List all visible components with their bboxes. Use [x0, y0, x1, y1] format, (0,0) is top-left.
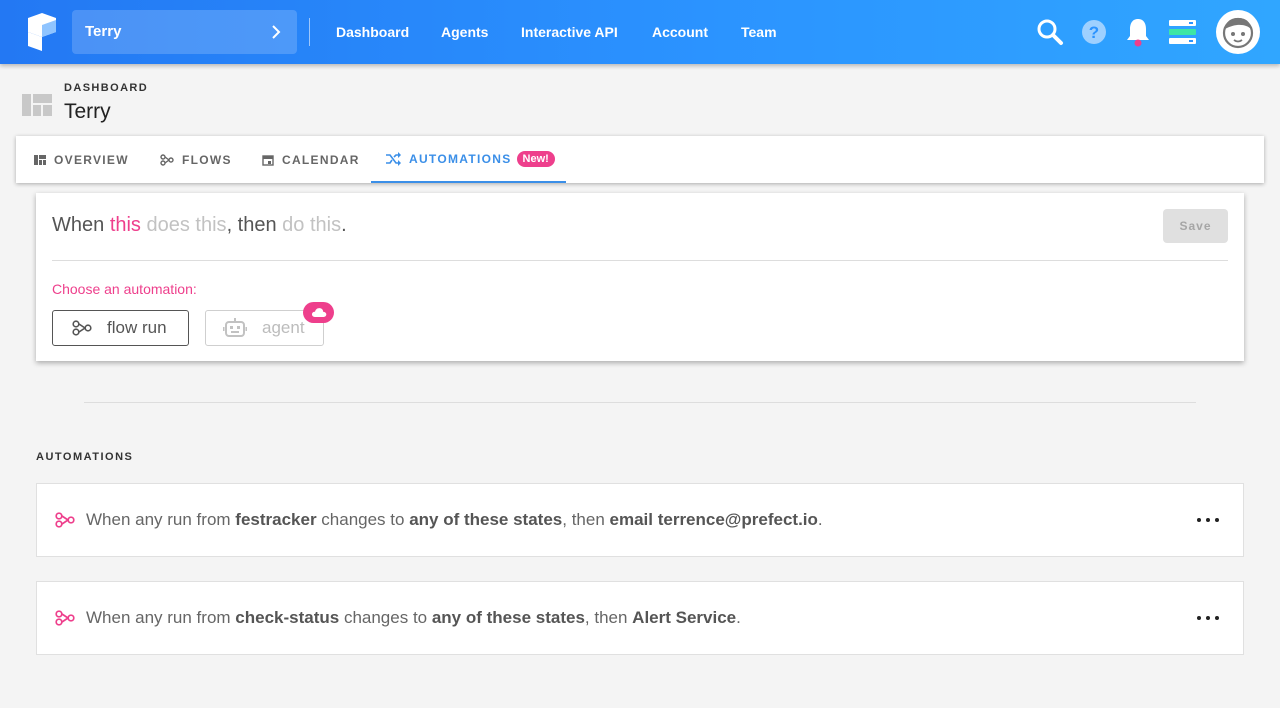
sentence-text: , then — [226, 214, 283, 236]
automation-row[interactable]: When any run from check-status changes t… — [36, 581, 1244, 655]
nav-dashboard[interactable]: Dashboard — [336, 24, 409, 40]
more-options-icon[interactable] — [1197, 609, 1219, 627]
cloud-icon — [311, 308, 326, 317]
tab-flows[interactable]: FLOWS — [160, 136, 232, 183]
nav-team[interactable]: Team — [741, 24, 777, 40]
flow-icon — [55, 512, 75, 528]
automation-text: changes to — [316, 510, 410, 529]
automation-action: email terrence@prefect.io — [609, 510, 818, 529]
avatar-face-icon — [1222, 17, 1254, 49]
automation-row[interactable]: When any run from festracker changes to … — [36, 483, 1244, 557]
nav-interactive-api[interactable]: Interactive API — [521, 24, 618, 40]
cloud-badge — [303, 302, 334, 323]
calendar-icon — [262, 154, 274, 166]
flow-run-option-button[interactable]: flow run — [52, 310, 189, 346]
tab-automations-label: AUTOMATIONS — [409, 151, 512, 166]
automation-description: When any run from festracker changes to … — [86, 510, 823, 530]
page-title: Terry — [64, 100, 111, 123]
choose-automation-label: Choose an automation: — [52, 281, 197, 297]
automation-text: changes to — [339, 608, 432, 627]
tab-bar: OVERVIEW FLOWS CALENDAR AUTOMATIONS New! — [16, 136, 1264, 183]
automation-text: . — [736, 608, 741, 627]
sentence-this-trigger[interactable]: this — [110, 214, 141, 236]
nav-divider — [309, 18, 310, 46]
automation-states: any of these states — [431, 608, 585, 627]
chevron-right-icon — [272, 25, 281, 39]
flow-icon — [72, 320, 92, 336]
sentence-does-this-placeholder: does this — [146, 214, 227, 236]
nav-account[interactable]: Account — [652, 24, 708, 40]
save-button[interactable]: Save — [1163, 209, 1228, 243]
divider — [52, 260, 1228, 261]
automation-sentence: When this does this, then do this. — [52, 214, 347, 237]
agent-option-label: agent — [262, 318, 305, 337]
sentence-text: . — [341, 214, 347, 236]
section-divider — [84, 402, 1196, 403]
server-status-icon[interactable] — [1169, 20, 1196, 44]
team-selector[interactable]: Terry — [72, 10, 297, 54]
team-name: Terry — [85, 23, 122, 40]
flow-icon — [55, 610, 75, 626]
new-badge: New! — [516, 150, 555, 167]
automation-flow-name: check-status — [235, 608, 340, 627]
automation-states: any of these states — [409, 510, 563, 529]
prefect-logo-icon[interactable] — [28, 13, 56, 51]
automations-section-title: AUTOMATIONS — [36, 451, 134, 463]
user-avatar[interactable] — [1216, 10, 1260, 54]
automation-text: , then — [584, 608, 633, 627]
automation-description: When any run from check-status changes t… — [86, 608, 741, 628]
help-icon[interactable]: ? — [1081, 19, 1107, 45]
search-icon[interactable] — [1036, 18, 1064, 46]
sentence-text: When — [52, 214, 110, 236]
notification-bell-icon[interactable] — [1126, 17, 1150, 47]
nav-agents[interactable]: Agents — [441, 24, 488, 40]
sentence-do-this-placeholder: do this — [282, 214, 342, 236]
more-options-icon[interactable] — [1197, 511, 1219, 529]
automation-flow-name: festracker — [235, 510, 317, 529]
tab-calendar[interactable]: CALENDAR — [262, 136, 360, 183]
tab-overview-label: OVERVIEW — [54, 152, 129, 167]
automation-text: When any run from — [86, 608, 236, 627]
flow-run-option-label: flow run — [107, 318, 167, 337]
tab-automations[interactable]: AUTOMATIONS New! — [371, 136, 566, 183]
top-bar: Terry Dashboard Agents Interactive API A… — [0, 0, 1280, 64]
automation-action: Alert Service — [632, 608, 737, 627]
automation-text: . — [817, 510, 823, 529]
tab-calendar-label: CALENDAR — [282, 152, 360, 167]
dashboard-icon — [22, 94, 52, 116]
flow-icon — [160, 153, 174, 166]
grid-icon — [34, 154, 46, 165]
breadcrumb: DASHBOARD — [64, 82, 149, 94]
tab-flows-label: FLOWS — [182, 152, 232, 167]
robot-icon — [223, 318, 247, 337]
automation-builder: When this does this, then do this. Save … — [36, 193, 1244, 361]
shuffle-icon — [386, 151, 401, 166]
automation-text: , then — [562, 510, 610, 529]
tab-overview[interactable]: OVERVIEW — [34, 136, 129, 183]
svg-text:?: ? — [1089, 23, 1099, 42]
automation-text: When any run from — [86, 510, 236, 529]
